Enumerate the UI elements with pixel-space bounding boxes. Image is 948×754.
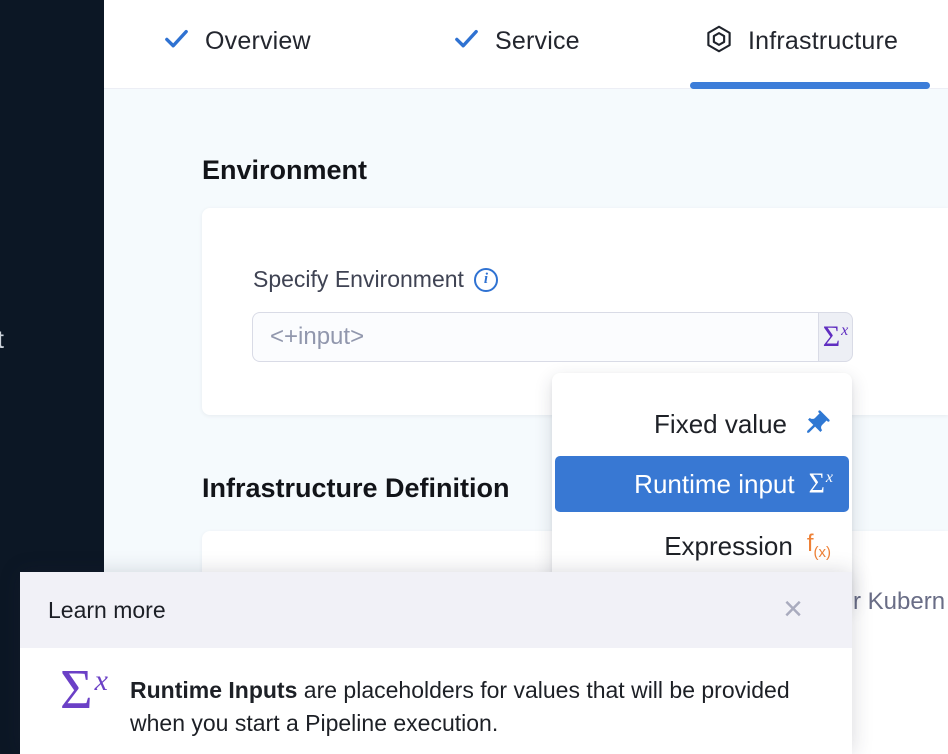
app-screen: t Overview Service Infrastructure [0,0,948,754]
hexagon-icon [704,24,734,59]
tab-infrastructure-label: Infrastructure [748,27,898,56]
menu-item-expression[interactable]: Expression f(x) [557,518,847,574]
active-tab-underline [690,82,930,89]
menu-item-runtime-input[interactable]: Runtime input Σx [555,456,849,512]
learn-more-body: Σx Runtime Inputs are placeholders for v… [20,648,852,754]
value-type-dropdown: Fixed value Runtime input Σx Expression … [552,373,852,605]
runtime-input-label: Runtime input [634,469,794,500]
environment-title: Environment [202,155,367,186]
tab-infrastructure[interactable]: Infrastructure [704,0,898,82]
menu-item-fixed-value[interactable]: Fixed value [557,396,847,452]
infrastructure-definition-title: Infrastructure Definition [202,473,510,504]
learn-more-text: Runtime Inputs are placeholders for valu… [130,674,790,740]
learn-more-header: Learn more × [20,572,852,648]
sigma-icon: Σx [60,662,108,718]
info-icon[interactable]: i [474,268,498,292]
pin-icon [801,409,831,439]
environment-input[interactable] [252,312,818,362]
check-icon [452,24,481,58]
check-icon [162,24,191,58]
tab-service-label: Service [495,27,580,56]
sigma-icon: Σx [809,470,833,498]
stage-tabbar: Overview Service Infrastructure [104,0,948,89]
tab-overview[interactable]: Overview [162,0,311,82]
learn-more-popup: Learn more × Σx Runtime Inputs are place… [20,572,852,754]
fixed-value-label: Fixed value [654,409,787,440]
specify-environment-label: Specify Environment [253,266,464,293]
sidebar-text-fragment: t [0,326,4,355]
infrastructure-text-fragment: r Kubern [853,588,945,616]
tab-service[interactable]: Service [452,0,580,82]
close-icon[interactable]: × [770,586,816,632]
tab-overview-label: Overview [205,27,311,56]
sigma-icon: Σx [823,322,849,352]
learn-more-title: Learn more [48,597,166,624]
specify-environment-row: Specify Environment i [253,266,498,293]
environment-input-group: Σx [252,312,853,362]
fx-icon: f(x) [807,532,831,560]
expression-label: Expression [664,531,793,562]
runtime-input-type-button[interactable]: Σx [818,312,853,362]
